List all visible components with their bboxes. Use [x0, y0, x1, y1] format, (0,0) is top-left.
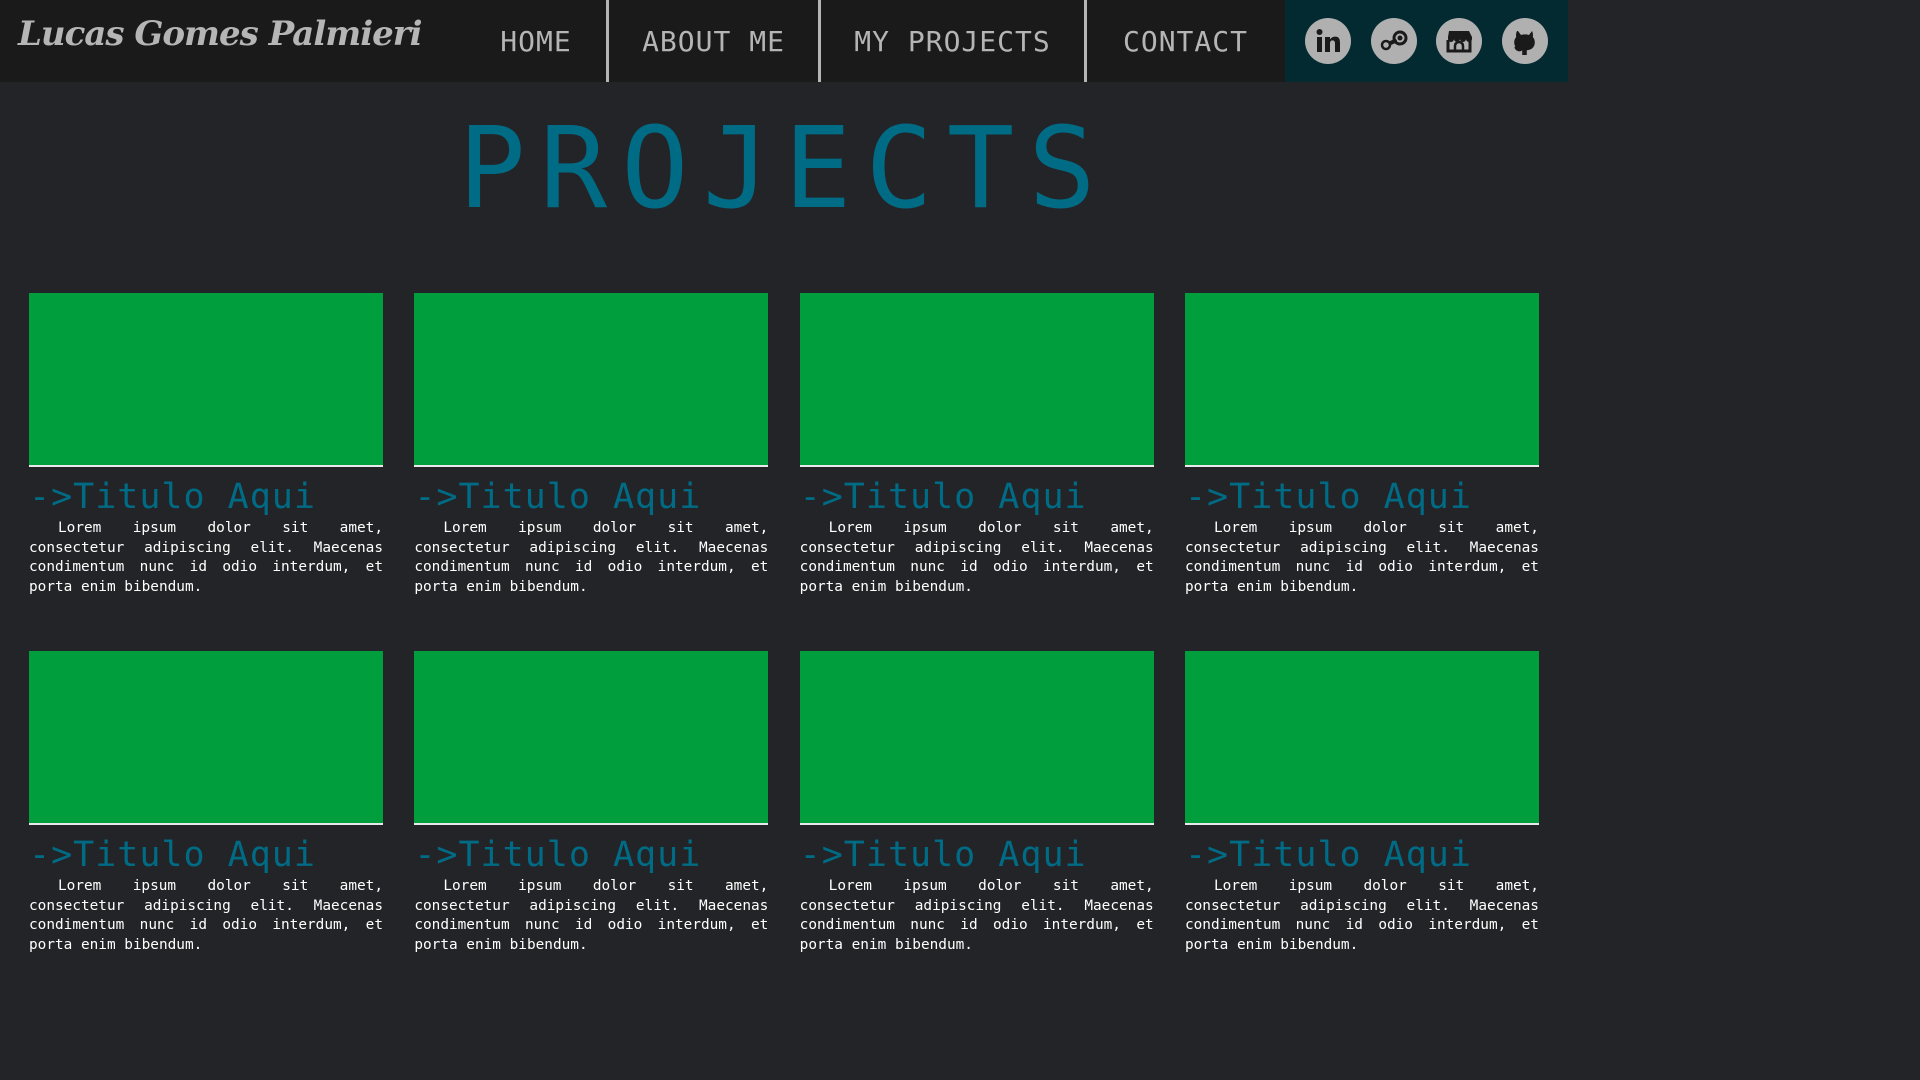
social-links — [1285, 0, 1568, 82]
project-thumbnail[interactable] — [29, 651, 383, 825]
project-card[interactable]: ->Titulo Aqui Lorem ipsum dolor sit amet… — [799, 651, 1154, 1009]
project-description: Lorem ipsum dolor sit amet, consectetur … — [29, 520, 383, 595]
nav-projects-link[interactable]: MY PROJECTS — [818, 0, 1084, 82]
project-thumbnail[interactable] — [414, 651, 769, 825]
project-title[interactable]: ->Titulo Aqui — [29, 477, 383, 517]
project-description: Lorem ipsum dolor sit amet, consectetur … — [799, 878, 1154, 953]
project-card[interactable]: ->Titulo Aqui Lorem ipsum dolor sit amet… — [1184, 293, 1539, 651]
project-thumbnail[interactable] — [29, 293, 383, 467]
github-icon — [1514, 31, 1535, 55]
itchio-link[interactable] — [1436, 18, 1483, 64]
project-description: Lorem ipsum dolor sit amet, consectetur … — [414, 520, 769, 595]
project-thumbnail[interactable] — [799, 651, 1154, 825]
project-title[interactable]: ->Titulo Aqui — [414, 835, 768, 875]
project-thumbnail[interactable] — [414, 293, 769, 467]
navbar: Lucas Gomes Palmieri HOME ABOUT ME MY PR… — [0, 0, 1568, 82]
project-card[interactable]: ->Titulo Aqui Lorem ipsum dolor sit amet… — [1184, 651, 1539, 1009]
project-title[interactable]: ->Titulo Aqui — [1185, 477, 1539, 517]
project-title[interactable]: ->Titulo Aqui — [800, 477, 1154, 517]
project-thumbnail[interactable] — [799, 293, 1154, 467]
project-title[interactable]: ->Titulo Aqui — [1185, 835, 1539, 875]
github-link[interactable] — [1502, 18, 1549, 64]
project-title[interactable]: ->Titulo Aqui — [29, 835, 383, 875]
project-card[interactable]: ->Titulo Aqui Lorem ipsum dolor sit amet… — [414, 293, 769, 651]
project-card[interactable]: ->Titulo Aqui Lorem ipsum dolor sit amet… — [414, 651, 769, 1009]
nav-about-link[interactable]: ABOUT ME — [606, 0, 818, 82]
project-card[interactable]: ->Titulo Aqui Lorem ipsum dolor sit amet… — [799, 293, 1154, 651]
project-thumbnail[interactable] — [1184, 651, 1539, 825]
project-card[interactable]: ->Titulo Aqui Lorem ipsum dolor sit amet… — [29, 293, 383, 651]
projects-grid: ->Titulo Aqui Lorem ipsum dolor sit amet… — [29, 293, 1539, 1009]
project-description: Lorem ipsum dolor sit amet, consectetur … — [414, 878, 769, 953]
nav-menu: HOME ABOUT ME MY PROJECTS CONTACT — [466, 0, 1284, 82]
nav-contact-link[interactable]: CONTACT — [1084, 0, 1284, 82]
steam-icon — [1380, 30, 1408, 51]
steam-link[interactable] — [1370, 18, 1417, 64]
project-title[interactable]: ->Titulo Aqui — [800, 835, 1154, 875]
linkedin-link[interactable] — [1304, 18, 1351, 64]
project-description: Lorem ipsum dolor sit amet, consectetur … — [1184, 520, 1539, 595]
nav-home-link[interactable]: HOME — [466, 0, 606, 82]
itchio-icon — [1446, 31, 1473, 53]
project-thumbnail[interactable] — [1184, 293, 1539, 467]
project-description: Lorem ipsum dolor sit amet, consectetur … — [799, 520, 1154, 595]
site-brand[interactable]: Lucas Gomes Palmieri — [18, 14, 423, 54]
page-title: PROJECTS — [458, 104, 1110, 234]
linkedin-icon — [1316, 29, 1340, 52]
project-title[interactable]: ->Titulo Aqui — [414, 477, 768, 517]
project-description: Lorem ipsum dolor sit amet, consectetur … — [29, 878, 383, 953]
project-card[interactable]: ->Titulo Aqui Lorem ipsum dolor sit amet… — [29, 651, 383, 1009]
project-description: Lorem ipsum dolor sit amet, consectetur … — [1184, 878, 1539, 953]
